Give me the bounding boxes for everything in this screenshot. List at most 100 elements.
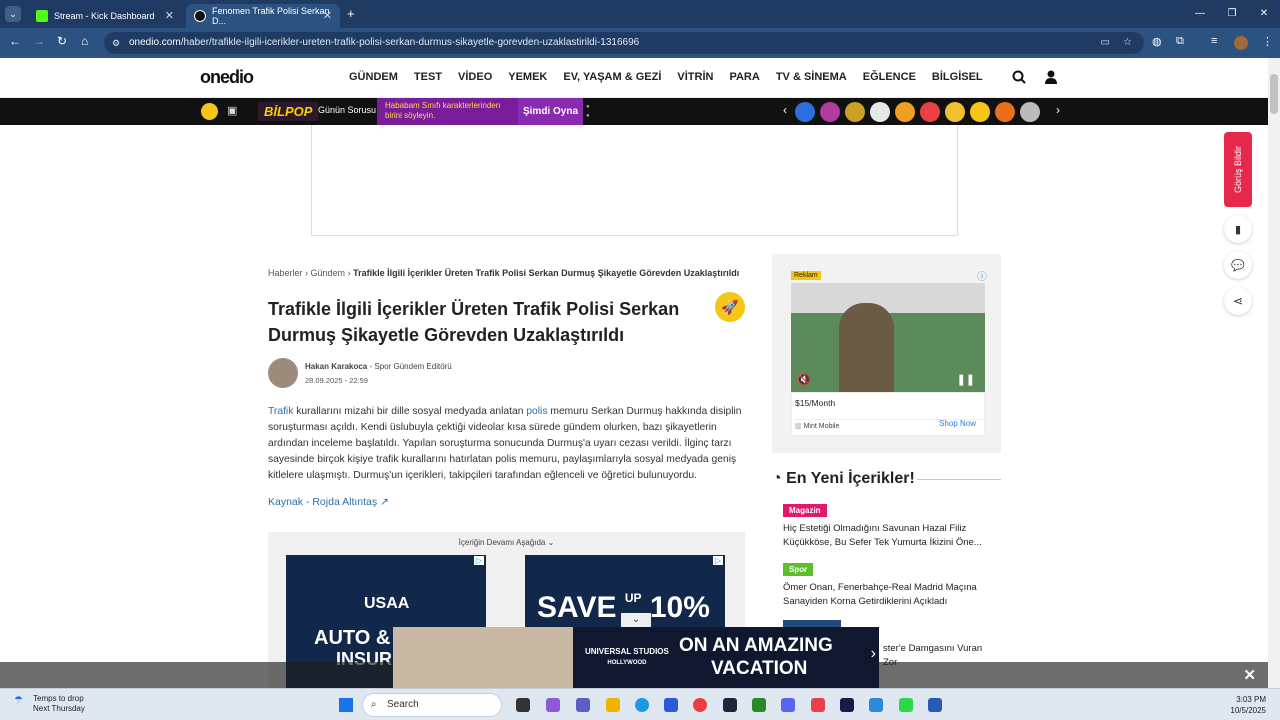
play-now-button[interactable]: Şimdi Oyna (518, 98, 583, 125)
link-trafik[interactable]: Trafik (268, 406, 293, 417)
category-badge[interactable]: Spor (783, 563, 814, 576)
ad-info-icon[interactable]: ⓘ (977, 268, 987, 283)
feedback-button[interactable]: Görüş Bildir (1224, 132, 1252, 207)
close-tab-icon[interactable]: ✕ (323, 9, 332, 22)
list-item[interactable]: Magazin Hiç Estetiği Olmadığını Savunan … (783, 502, 998, 550)
game-controller-icon[interactable]: ▣ (227, 104, 237, 117)
list-item-title[interactable]: Hiç Estetiği Olmadığını Savunan Hazal Fi… (783, 522, 998, 550)
nav-gundem[interactable]: GÜNDEM (349, 71, 398, 83)
app-icon[interactable] (752, 698, 766, 712)
back-icon[interactable]: ← (9, 34, 21, 48)
discord-icon[interactable] (781, 698, 795, 712)
nav-bilgisel[interactable]: BİLGİSEL (932, 71, 983, 83)
nav-ev-yasam-gezi[interactable]: EV, YAŞAM & GEZİ (563, 71, 661, 83)
adchoices-icon[interactable]: ▷ (712, 556, 723, 565)
reading-list-icon[interactable]: ≡ (1211, 35, 1217, 47)
badge-icon[interactable] (970, 102, 990, 122)
daily-question[interactable]: Hababam Sınıfı karakterlerinden birini s… (377, 98, 518, 125)
share-icon[interactable]: ⋖ (1224, 287, 1252, 315)
breadcrumb-home[interactable]: Haberler (268, 268, 303, 278)
extension-lightbulb-icon[interactable]: ◍ (1152, 35, 1162, 48)
badge-icon[interactable] (870, 102, 890, 122)
copilot-icon[interactable] (546, 698, 560, 712)
install-app-icon[interactable]: ▭ (1101, 32, 1110, 54)
reload-icon[interactable]: ↻ (57, 34, 67, 48)
author-avatar[interactable] (268, 358, 298, 388)
windows-start-icon[interactable] (339, 698, 353, 712)
steam-icon[interactable] (723, 698, 737, 712)
badge-icon[interactable] (920, 102, 940, 122)
task-view-icon[interactable] (516, 698, 530, 712)
badge-icon[interactable] (995, 102, 1015, 122)
rocket-icon[interactable]: 🚀 (715, 292, 745, 322)
app-icon[interactable] (869, 698, 883, 712)
site-info-icon[interactable]: ⚙ (112, 32, 120, 54)
shop-now-button[interactable]: Shop Now (939, 419, 976, 428)
nav-test[interactable]: TEST (414, 71, 442, 83)
sticky-collapse-icon[interactable]: ⌄ (621, 613, 651, 627)
restore-icon[interactable]: ❐ (1216, 0, 1248, 28)
app-icon[interactable] (811, 698, 825, 712)
list-item[interactable]: Spor Ömer Onan, Fenerbahçe-Real Madrid M… (783, 561, 998, 609)
sticky-next-icon[interactable]: › (871, 645, 876, 663)
link-polis[interactable]: polis (526, 406, 547, 417)
nav-tv-sinema[interactable]: TV & SİNEMA (776, 71, 847, 83)
search-icon[interactable] (1012, 70, 1026, 84)
minimize-icon[interactable]: — (1184, 0, 1216, 28)
bilpop-logo[interactable]: BİLPOP (258, 102, 319, 121)
chrome-icon[interactable] (693, 698, 707, 712)
teams-icon[interactable] (576, 698, 590, 712)
badge-icon[interactable] (895, 102, 915, 122)
clock[interactable]: 3:03 PM 10/5/2025 (1230, 694, 1266, 716)
nav-para[interactable]: PARA (729, 71, 759, 83)
continue-label[interactable]: İçeriğin Devamı Aşağıda ⌄ (268, 538, 745, 547)
source-link[interactable]: Kaynak - Rojda Altıntaş ↗ (268, 496, 746, 508)
weather-widget[interactable]: ☂ Temps to drop Next Thursday (14, 694, 85, 714)
site-logo[interactable]: onedio (200, 67, 254, 88)
tab-search-icon[interactable]: ⌄ (5, 6, 21, 22)
file-explorer-icon[interactable] (606, 698, 620, 712)
pause-icon[interactable]: ❚❚ (957, 373, 975, 386)
list-item-title[interactable]: Ömer Onan, Fenerbahçe-Real Madrid Maçına… (783, 581, 998, 609)
taskbar-search[interactable]: ⌕ Search (362, 693, 502, 717)
scrollbar[interactable] (1268, 58, 1280, 688)
nav-video[interactable]: VİDEO (458, 71, 492, 83)
adchoices-icon[interactable]: ▷ (473, 556, 484, 565)
close-tab-icon[interactable]: ✕ (165, 9, 174, 22)
badges-prev-icon[interactable]: ‹ (783, 103, 787, 117)
mute-icon[interactable]: 🔇 (797, 373, 811, 386)
url-input[interactable]: ⚙ onedio.com/haber/trafikle-ilgili-iceri… (104, 32, 1144, 54)
breadcrumb-category[interactable]: Gündem (311, 268, 346, 278)
smiley-icon[interactable] (201, 103, 218, 120)
badges-next-icon[interactable]: › (1056, 103, 1060, 117)
close-window-icon[interactable]: ✕ (1248, 0, 1280, 28)
menu-kebab-icon[interactable]: ⋮ (1262, 35, 1273, 48)
edge-icon[interactable] (635, 698, 649, 712)
nav-yemek[interactable]: YEMEK (508, 71, 547, 83)
app-icon[interactable] (899, 698, 913, 712)
author-name[interactable]: Hakan Karakoca (305, 362, 367, 371)
category-badge[interactable]: Magazin (783, 504, 827, 517)
scrollbar-thumb[interactable] (1270, 74, 1278, 114)
profile-avatar[interactable] (1234, 36, 1248, 50)
user-icon[interactable] (1045, 70, 1057, 84)
sticky-ad[interactable]: ⌄ UNIVERSAL STUDIOS HOLLYWOOD ON AN AMAZI… (393, 613, 879, 688)
close-ad-icon[interactable]: ✕ (1243, 666, 1256, 684)
home-icon[interactable]: ⌂ (81, 34, 88, 48)
tab-kick-dashboard[interactable]: Stream - Kick Dashboard ✕ (28, 4, 182, 28)
nav-eglence[interactable]: EĞLENCE (863, 71, 916, 83)
store-icon[interactable] (664, 698, 678, 712)
tab-onedio-article[interactable]: Fenomen Trafik Polisi Serkan D... ✕ (186, 4, 340, 28)
ad-video[interactable]: 🔇 ❚❚ (791, 283, 985, 392)
extensions-icon[interactable]: ⧉ (1176, 35, 1184, 48)
badge-icon[interactable] (1020, 102, 1040, 122)
new-tab-icon[interactable]: + (347, 6, 355, 21)
forward-icon[interactable]: → (33, 34, 45, 48)
bookmark-icon[interactable]: ▮ (1224, 215, 1252, 243)
premiere-icon[interactable] (840, 698, 854, 712)
badge-icon[interactable] (795, 102, 815, 122)
badge-icon[interactable] (845, 102, 865, 122)
nav-vitrin[interactable]: VİTRİN (677, 71, 713, 83)
word-icon[interactable] (928, 698, 942, 712)
comments-icon[interactable]: 💬 (1224, 251, 1252, 279)
